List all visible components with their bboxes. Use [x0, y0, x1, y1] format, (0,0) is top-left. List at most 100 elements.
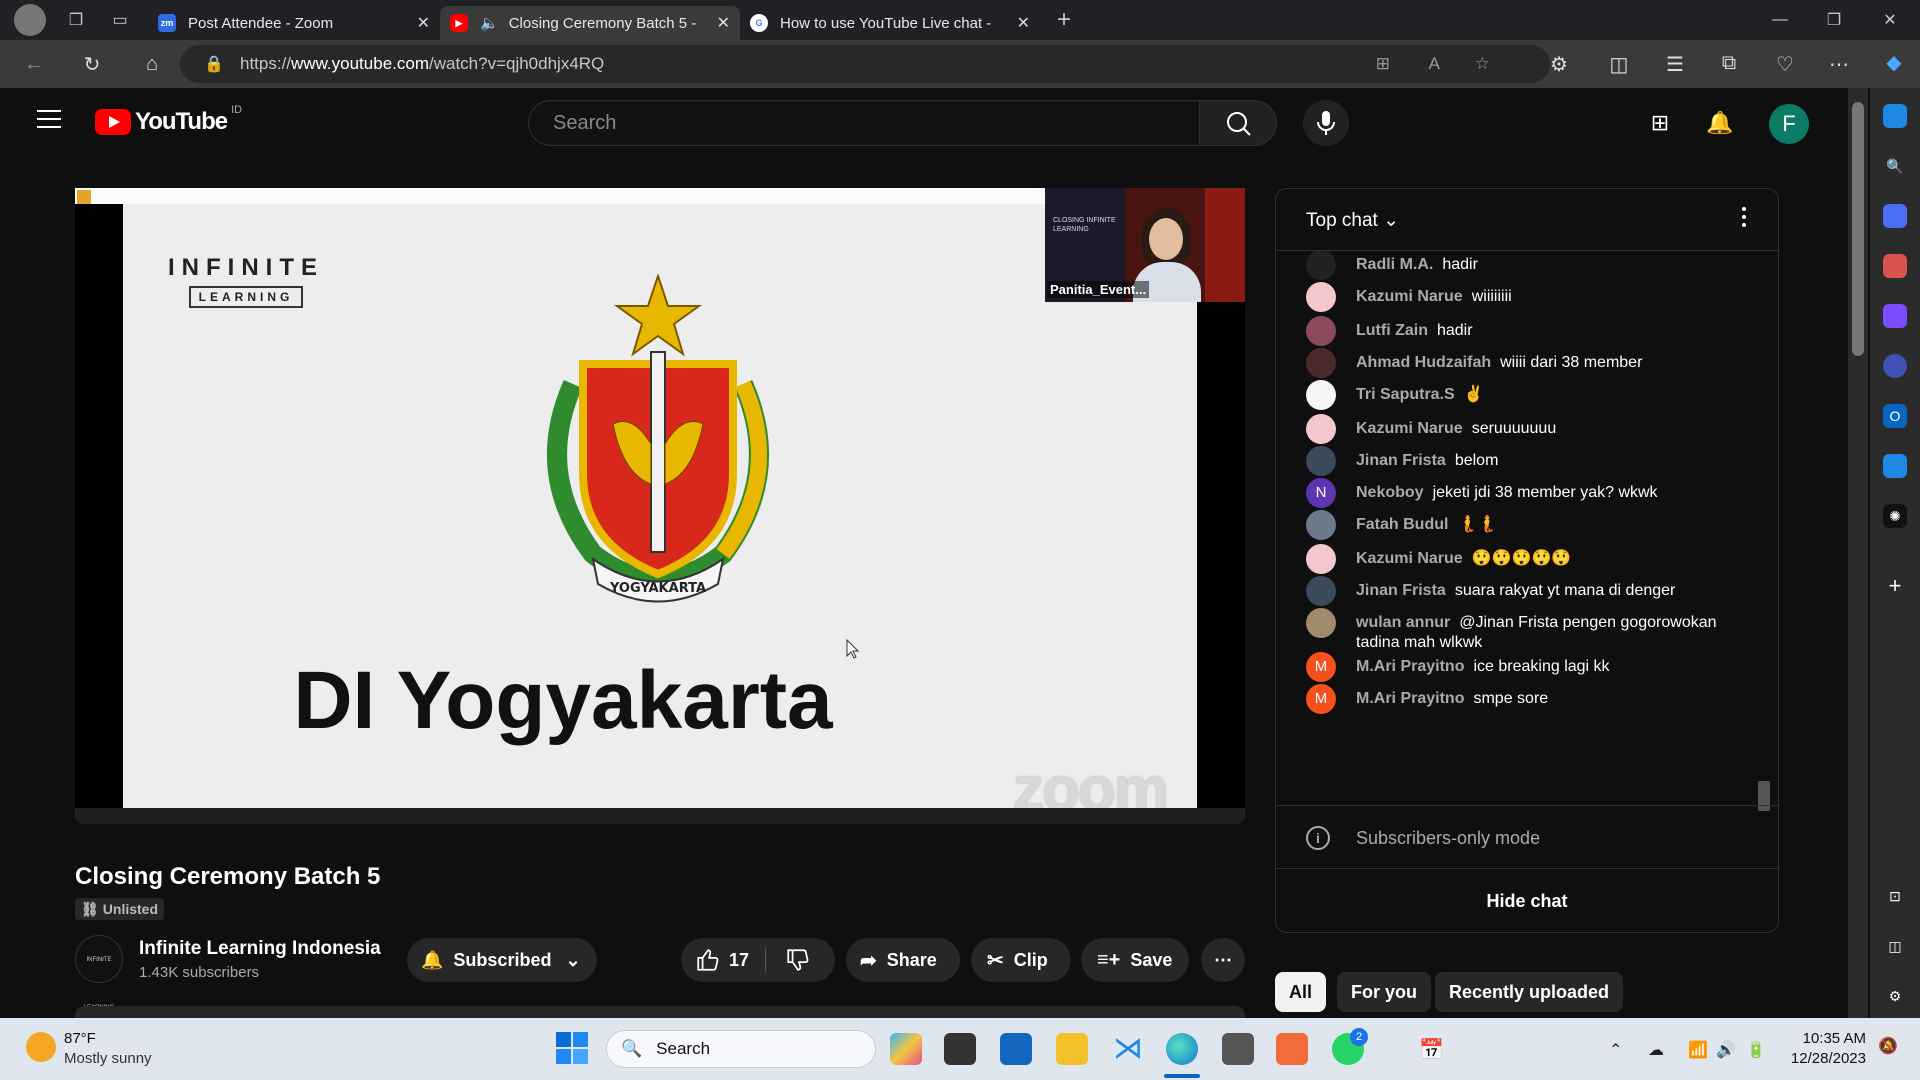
read-aloud-icon[interactable]: A [1429, 54, 1440, 74]
favorites-icon[interactable]: ☰ [1659, 52, 1691, 77]
taskbar-search[interactable]: 🔍 Search 📅 [606, 1030, 1444, 1068]
chat-message[interactable]: Kazumi Narue wiiiiiiii [1306, 282, 1746, 312]
battery-icon[interactable]: 🔋 [1746, 1040, 1766, 1060]
tag-icon[interactable] [1883, 204, 1907, 228]
close-tab-icon[interactable]: ✕ [717, 13, 730, 33]
chat-message[interactable]: wulan annur @Jinan Frista pengen gogorowo… [1306, 608, 1746, 653]
channel-name[interactable]: Infinite Learning Indonesia [139, 938, 381, 960]
chat-author-name[interactable]: Lutfi Zain [1356, 322, 1428, 339]
chat-author-avatar[interactable]: M [1306, 652, 1336, 682]
chat-author-avatar[interactable] [1306, 316, 1336, 346]
weather-sunny-icon[interactable] [26, 1032, 56, 1062]
chat-message[interactable]: Lutfi Zain hadir [1306, 316, 1746, 346]
lock-icon[interactable]: 🔒 [204, 54, 224, 74]
chat-author-avatar[interactable] [1306, 608, 1336, 638]
tab-actions-icon[interactable]: ▭ [106, 6, 134, 34]
notifications-icon[interactable]: 🔕 [1878, 1036, 1898, 1056]
speaker-icon[interactable]: 🔈 [480, 14, 499, 32]
chat-author-avatar[interactable]: N [1306, 478, 1336, 508]
edge-browser-icon[interactable] [1166, 1033, 1198, 1065]
chat-author-name[interactable]: Nekoboy [1356, 484, 1424, 501]
tray-overflow-icon[interactable]: ⌃ [1609, 1040, 1622, 1060]
microsoft-store-icon[interactable] [1000, 1033, 1032, 1065]
chat-message[interactable]: Fatah Budul 🧜🧜 [1306, 510, 1746, 540]
minimize-icon[interactable]: — [1766, 6, 1794, 34]
chat-message[interactable]: M M.Ari Prayitno smpe sore [1306, 684, 1746, 714]
subscribed-button[interactable]: 🔔 Subscribed ⌄ [407, 938, 597, 982]
video-player[interactable]: INFINITE LEARNING YOGYAKARTA DI Yogyakar… [75, 188, 1245, 808]
copilot-icon[interactable]: ◆ [1878, 50, 1910, 75]
more-vertical-icon[interactable] [1742, 207, 1746, 227]
chat-author-avatar[interactable] [1306, 576, 1336, 606]
refresh-icon[interactable]: ↻ [76, 52, 108, 77]
workspaces-icon[interactable]: ❒ [62, 6, 90, 34]
account-avatar[interactable]: F [1769, 104, 1809, 144]
chatgpt-icon[interactable]: ✺ [1883, 504, 1907, 528]
chat-message[interactable]: M M.Ari Prayitno ice breaking lagi kk [1306, 652, 1746, 682]
more-options-icon[interactable]: ⋯ [1823, 52, 1855, 77]
scrollbar-thumb[interactable] [1852, 102, 1864, 356]
url-field[interactable]: 🔒 https://www.youtube.com/watch?v=qjh0dh… [180, 45, 1550, 83]
favorite-star-icon[interactable]: ☆ [1475, 54, 1490, 74]
chat-author-name[interactable]: Tri Saputra.S [1356, 386, 1455, 403]
outlook-icon[interactable]: O [1883, 404, 1907, 428]
performance-icon[interactable]: ♡ [1769, 52, 1801, 77]
volume-icon[interactable]: 🔊 [1716, 1040, 1736, 1060]
clip-button[interactable]: ✂ Clip [971, 938, 1071, 982]
chat-author-name[interactable]: Kazumi Narue [1356, 420, 1463, 437]
chip-for-you[interactable]: For you [1337, 972, 1431, 1012]
chat-author-name[interactable]: M.Ari Prayitno [1356, 690, 1464, 707]
chat-author-avatar[interactable] [1306, 348, 1336, 378]
share-button[interactable]: ➦ Share [846, 938, 960, 982]
screenshot-icon[interactable]: ⊡ [1883, 884, 1907, 908]
tab-youtube[interactable]: ▶ 🔈 Closing Ceremony Batch 5 - ✕ [440, 6, 740, 40]
chat-message[interactable]: Jinan Frista suara rakyat yt mana di deng… [1306, 576, 1746, 606]
menu-icon[interactable] [37, 110, 61, 128]
chat-mode-dropdown[interactable]: Top chat ⌄ [1306, 209, 1399, 232]
add-app-icon[interactable]: + [1883, 574, 1907, 598]
back-icon[interactable]: ← [18, 53, 50, 76]
unity-icon[interactable] [1222, 1033, 1254, 1065]
chip-all[interactable]: All [1275, 972, 1327, 1012]
split-screen-icon[interactable]: ◫ [1603, 52, 1635, 77]
games-icon[interactable] [1883, 304, 1907, 328]
tab-zoom[interactable]: zm Post Attendee - Zoom ✕ [148, 6, 440, 40]
sidebar-toggle-icon[interactable]: ◫ [1883, 934, 1907, 958]
vscode-icon[interactable]: ⋊ [1112, 1033, 1144, 1065]
chat-author-name[interactable]: M.Ari Prayitno [1356, 658, 1464, 675]
thumbs-down-icon[interactable] [785, 947, 811, 973]
send-icon[interactable] [1883, 454, 1907, 478]
chat-author-name[interactable]: wulan annur [1356, 614, 1450, 631]
chat-author-name[interactable]: Ahmad Hudzaifah [1356, 354, 1491, 371]
hide-chat-button[interactable]: Hide chat [1276, 869, 1778, 932]
restore-icon[interactable]: ❐ [1820, 6, 1848, 34]
postman-app-icon[interactable] [1276, 1033, 1308, 1065]
chat-message[interactable]: Kazumi Narue 😲😲😲😲😲 [1306, 544, 1746, 574]
settings-gear-icon[interactable]: ⚙ [1883, 984, 1907, 1008]
copilot-taskbar-icon[interactable] [890, 1033, 922, 1065]
onedrive-icon[interactable]: ☁ [1648, 1040, 1664, 1060]
chat-author-avatar[interactable] [1306, 544, 1336, 574]
chat-author-name[interactable]: Jinan Frista [1356, 452, 1446, 469]
file-explorer-icon[interactable] [1056, 1033, 1088, 1065]
chat-message[interactable]: Tri Saputra.S ✌ [1306, 380, 1746, 410]
player-progress-area[interactable] [75, 808, 1245, 824]
wifi-icon[interactable]: 📶 [1688, 1040, 1708, 1060]
home-icon[interactable]: ⌂ [136, 53, 168, 76]
task-view-icon[interactable] [944, 1033, 976, 1065]
chat-message[interactable]: Ahmad Hudzaifah wiiii dari 38 member [1306, 348, 1746, 378]
chip-recently-uploaded[interactable]: Recently uploaded [1435, 972, 1624, 1012]
profile-icon[interactable] [14, 4, 46, 36]
chat-author-name[interactable]: Jinan Frista [1356, 582, 1446, 599]
copilot-app-icon[interactable] [1883, 354, 1907, 378]
chat-message[interactable]: Radli M.A. hadir [1306, 251, 1746, 280]
chat-author-avatar[interactable] [1306, 414, 1336, 444]
chat-author-avatar[interactable] [1306, 446, 1336, 476]
toolbox-icon[interactable] [1883, 254, 1907, 278]
search-button[interactable] [1199, 100, 1277, 146]
voice-search-button[interactable] [1303, 100, 1349, 146]
chat-author-name[interactable]: Radli M.A. [1356, 256, 1433, 273]
chat-author-name[interactable]: Kazumi Narue [1356, 288, 1463, 305]
youtube-logo[interactable]: YouTube ID [95, 104, 242, 136]
close-tab-icon[interactable]: ✕ [417, 13, 430, 33]
